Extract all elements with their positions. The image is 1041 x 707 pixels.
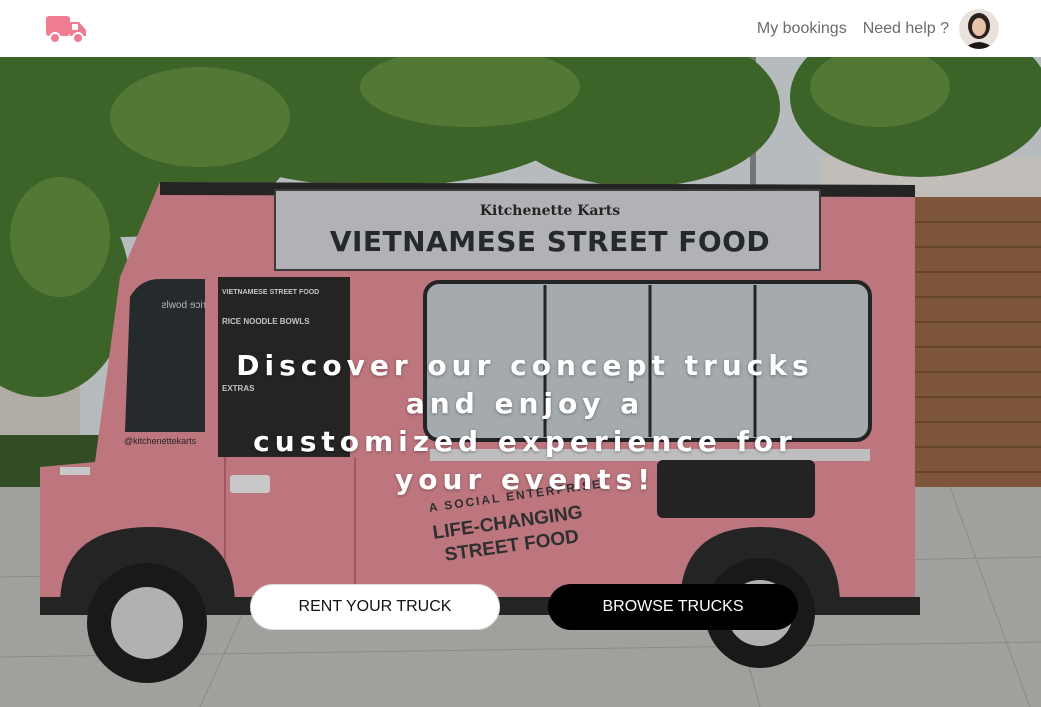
hero-section: Kitchenette Karts VIETNAMESE STREET FOOD… [0, 57, 1041, 707]
rent-your-truck-button[interactable]: RENT YOUR TRUCK [250, 584, 500, 630]
my-bookings-link[interactable]: My bookings [757, 20, 847, 38]
top-navbar: My bookings Need help ? [0, 0, 1041, 57]
hero-headline: Discover our concept trucks and enjoy a … [205, 347, 845, 499]
hero-headline-line-1: Discover our concept trucks and enjoy a [236, 349, 814, 420]
hero-headline-line-2: customized experience for your events! [253, 425, 797, 496]
nav-links: My bookings Need help ? [757, 8, 999, 49]
need-help-link[interactable]: Need help ? [863, 20, 949, 38]
truck-logo-icon[interactable] [46, 12, 88, 46]
user-avatar[interactable] [959, 8, 999, 49]
browse-trucks-button[interactable]: BROWSE TRUCKS [548, 584, 798, 630]
